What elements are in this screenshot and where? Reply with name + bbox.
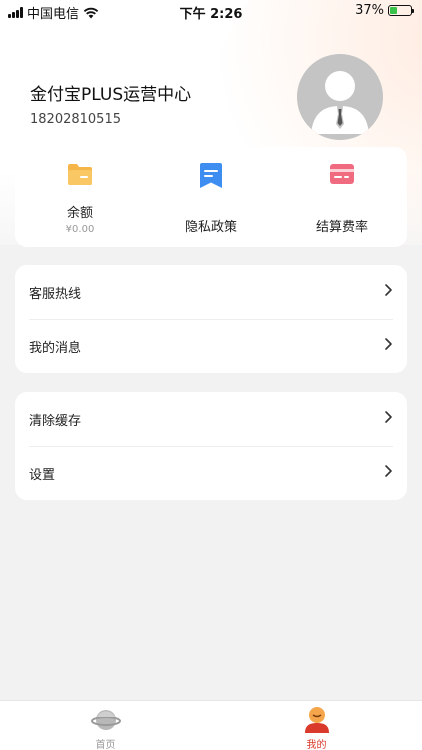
settings-label: 设置: [29, 468, 56, 483]
battery-icon: [388, 5, 414, 16]
settlement-rate-item[interactable]: 结算费率: [277, 147, 407, 247]
tab-home-label: 首页: [95, 740, 116, 750]
status-bar: 中国电信 下午 2:26 37%: [0, 0, 422, 22]
customer-hotline-row[interactable]: 客服热线: [15, 265, 407, 319]
privacy-policy-item[interactable]: 隐私政策: [146, 147, 276, 247]
chevron-right-icon: [385, 465, 392, 477]
clear-cache-label: 清除缓存: [29, 414, 82, 429]
planet-icon: [91, 710, 121, 730]
user-profile-icon: [305, 707, 329, 733]
my-messages-row[interactable]: 我的消息: [15, 319, 407, 373]
tab-bar: 首页 我的: [0, 700, 422, 750]
balance-label: 余额: [66, 206, 93, 221]
tab-home[interactable]: 首页: [0, 701, 211, 750]
folder-icon: [67, 162, 93, 190]
customer-hotline-label: 客服热线: [29, 287, 82, 302]
profile-phone: 18202810515: [30, 112, 121, 127]
settings-row[interactable]: 设置: [15, 446, 407, 500]
chevron-right-icon: [385, 411, 392, 423]
privacy-policy-label: 隐私政策: [184, 220, 237, 235]
balance-item[interactable]: 余额 ¥0.00: [15, 147, 145, 247]
chevron-right-icon: [385, 284, 392, 296]
balance-value: ¥0.00: [65, 224, 95, 235]
settlement-rate-label: 结算费率: [315, 220, 368, 235]
menu-group-2: 清除缓存 设置: [15, 392, 407, 500]
chevron-right-icon: [385, 338, 392, 350]
battery-fill: [390, 7, 398, 14]
battery-percent: 37%: [355, 3, 384, 18]
bookmark-icon: [198, 162, 224, 194]
profile-name: 金付宝PLUS运营中心: [30, 85, 192, 105]
my-messages-label: 我的消息: [29, 341, 82, 356]
menu-group-1: 客服热线 我的消息: [15, 265, 407, 373]
tab-mine[interactable]: 我的: [211, 701, 422, 750]
quick-actions-card: 余额 ¥0.00 隐私政策 结算费率: [15, 147, 407, 247]
tab-mine-label: 我的: [306, 740, 327, 750]
clear-cache-row[interactable]: 清除缓存: [15, 392, 407, 446]
avatar-silhouette: [297, 54, 383, 140]
user-avatar-icon[interactable]: [297, 54, 383, 140]
status-right: 37%: [355, 3, 414, 18]
card-icon: [329, 162, 355, 190]
